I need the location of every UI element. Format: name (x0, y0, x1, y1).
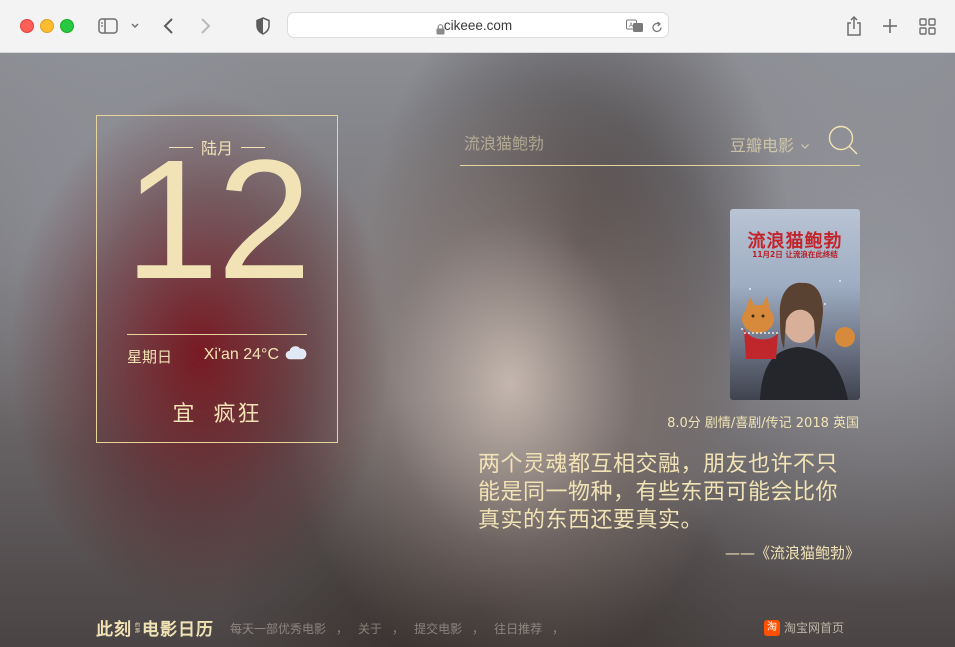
footer-separator: ， (336, 622, 349, 636)
footer: 此刻 的那 电影日历 每天一部优秀电影 ， 关于 ， 提交电影 ， 往日推荐 ，… (96, 613, 860, 640)
url-text[interactable]: cikeee.com (288, 13, 668, 39)
date-card: 陆月 12 星期日 Xi'an 24°C 宜 疯狂 (96, 115, 338, 443)
browser-toolbar: cikeee.com A (0, 0, 955, 53)
movie-poster[interactable]: 流浪猫鲍勃 11月2日 让流浪在此终结 (730, 209, 860, 400)
site-logo[interactable]: 此刻 的那 电影日历 (96, 615, 214, 640)
close-window-button[interactable] (20, 19, 34, 33)
footer-tagline: 每天一部优秀电影 (230, 622, 327, 636)
footer-links: 每天一部优秀电影 ， 关于 ， 提交电影 ， 往日推荐 ， (230, 620, 574, 637)
chevron-down-icon[interactable] (129, 14, 141, 38)
cloud-icon (285, 345, 307, 365)
footer-link-submit[interactable]: 提交电影 (414, 620, 462, 637)
minimize-window-button[interactable] (40, 19, 54, 33)
chevron-down-icon (800, 135, 810, 154)
search-source-label: 豆瓣电影 (729, 136, 794, 155)
daily-yi: 宜 疯狂 (172, 402, 262, 427)
reload-icon[interactable] (651, 19, 663, 38)
forward-icon[interactable] (196, 14, 214, 38)
new-tab-icon[interactable] (880, 14, 900, 38)
share-icon[interactable] (844, 14, 864, 38)
zoom-window-button[interactable] (60, 19, 74, 33)
day-number: 12 (124, 125, 311, 315)
brand-left: 此刻 (96, 620, 132, 640)
page-content: 陆月 12 星期日 Xi'an 24°C 宜 疯狂 豆瓣电影 流浪猫鲍勃 11月… (0, 53, 955, 647)
sidebar-toggle-icon[interactable] (97, 14, 119, 38)
taobao-link[interactable]: 淘 淘宝网首页 (763, 619, 844, 636)
footer-separator: ， (552, 622, 565, 636)
footer-separator: ， (392, 622, 405, 636)
city-temperature: Xi'an 24°C (203, 346, 279, 363)
taobao-label: 淘宝网首页 (783, 621, 844, 635)
divider (127, 334, 307, 335)
brand-mid: 的那 (134, 621, 140, 634)
translate-icon[interactable]: A (626, 18, 644, 37)
search-bar: 豆瓣电影 (460, 123, 860, 166)
tab-overview-icon[interactable] (917, 14, 937, 38)
movie-quote: 两个灵魂都互相交融，朋友也许不只能是同一物种，有些东西可能会比你真实的东西还要真… (478, 452, 839, 533)
poster-artwork (741, 280, 855, 400)
footer-link-history[interactable]: 往日推荐 (494, 620, 542, 637)
taobao-icon: 淘 (763, 619, 780, 636)
search-input[interactable] (462, 129, 706, 157)
quote-source: ——《流浪猫鲍勃》 (724, 544, 860, 562)
footer-link-about[interactable]: 关于 (358, 620, 382, 637)
search-source-dropdown[interactable]: 豆瓣电影 (730, 132, 810, 156)
footer-separator: ， (472, 622, 485, 636)
weekday-label: 星期日 (127, 348, 173, 366)
brand-right: 电影日历 (142, 620, 214, 640)
movie-meta: 8.0分 剧情/喜剧/传记 2018 英国 (667, 416, 859, 431)
privacy-shield-icon[interactable] (254, 14, 272, 38)
search-icon[interactable] (828, 125, 860, 157)
weather-info: Xi'an 24°C (204, 345, 307, 365)
back-icon[interactable] (160, 14, 178, 38)
address-bar[interactable]: cikeee.com A (287, 12, 669, 38)
